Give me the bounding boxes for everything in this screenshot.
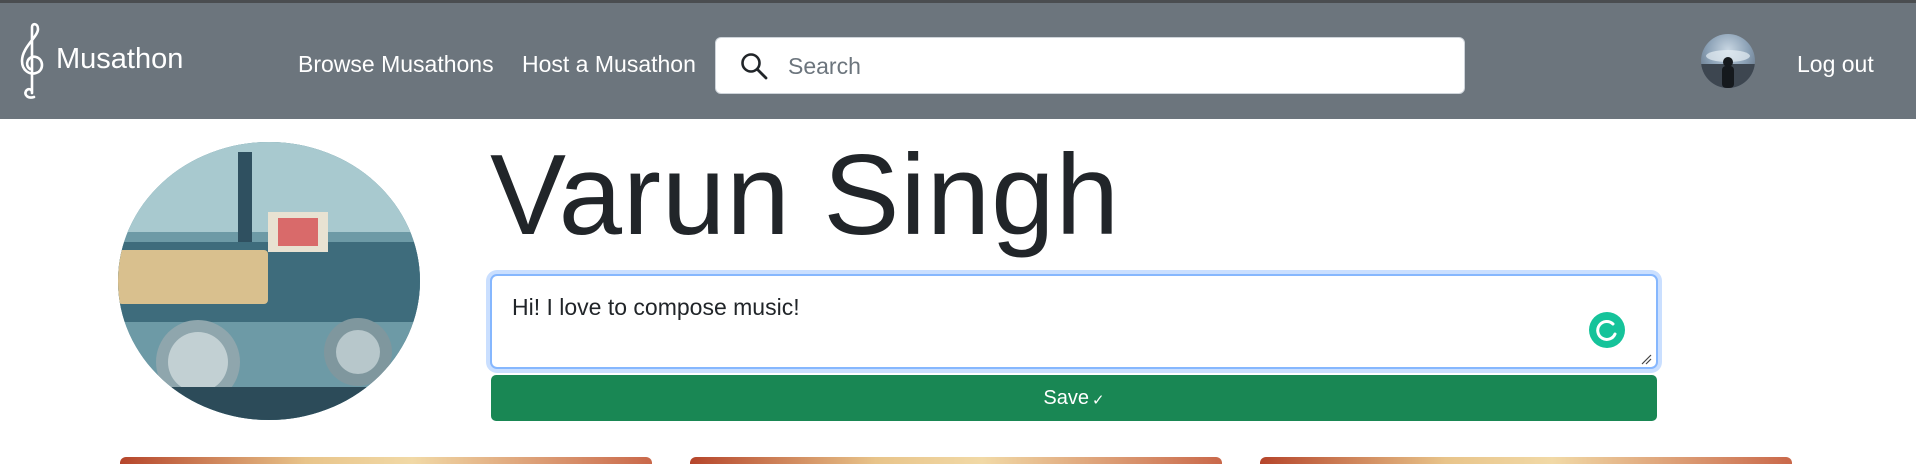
grammarly-icon[interactable]: [1589, 312, 1625, 348]
nav-host-musathon[interactable]: Host a Musathon: [522, 51, 696, 78]
profile-picture[interactable]: [118, 142, 420, 420]
musathon-card[interactable]: [1260, 457, 1792, 464]
search-input[interactable]: [788, 46, 1448, 86]
musathon-card[interactable]: [690, 457, 1222, 464]
treble-clef-icon: [12, 21, 52, 106]
textarea-resize-handle[interactable]: [1640, 352, 1652, 365]
musathon-card[interactable]: [120, 457, 652, 464]
bio-textarea[interactable]: Hi! I love to compose music!: [490, 274, 1658, 369]
brand-name: Musathon: [56, 42, 184, 75]
navbar: Musathon Browse Musathons Host a Musatho…: [0, 3, 1916, 119]
logout-link[interactable]: Log out: [1797, 51, 1874, 78]
save-button-label: Save: [1043, 386, 1089, 409]
check-icon: ✓: [1092, 392, 1105, 409]
profile-name: Varun Singh: [490, 132, 1120, 259]
user-avatar[interactable]: [1701, 34, 1755, 88]
save-button[interactable]: Save ✓: [491, 375, 1657, 421]
brand-link[interactable]: Musathon: [12, 21, 184, 106]
nav-browse-musathons[interactable]: Browse Musathons: [298, 51, 494, 78]
search-box: [715, 37, 1465, 94]
